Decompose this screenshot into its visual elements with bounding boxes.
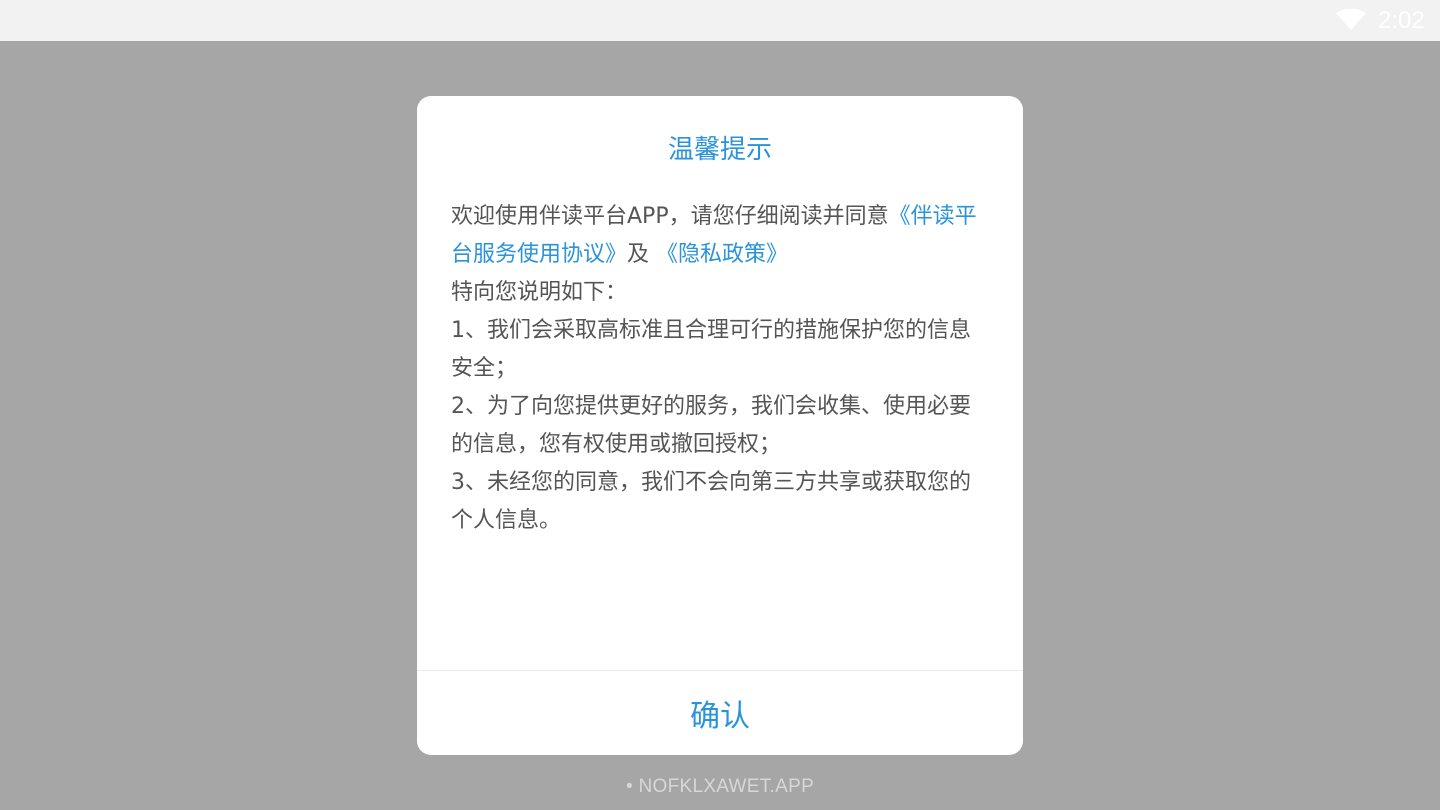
status-time: 2:02 <box>1378 7 1425 34</box>
intro-text: 欢迎使用伴读平台APP，请您仔细阅读并同意 <box>451 204 889 229</box>
dialog-title: 温馨提示 <box>667 135 772 165</box>
dialog-body: 欢迎使用伴读平台APP，请您仔细阅读并同意《伴读平台服务使用协议》及 《隐私政策… <box>451 198 991 540</box>
wifi-icon <box>1336 9 1366 30</box>
list-item: 2、为了向您提供更好的服务，我们会收集、使用必要的信息，您有权使用或撤回授权； <box>451 394 971 457</box>
list-item: 3、未经您的同意，我们不会向第三方共享或获取您的个人信息。 <box>451 470 971 533</box>
privacy-dialog: 温馨提示 欢迎使用伴读平台APP，请您仔细阅读并同意《伴读平台服务使用协议》及 … <box>417 96 1023 755</box>
status-bar: 2:02 <box>0 0 1440 41</box>
and-text: 及 <box>627 242 650 267</box>
privacy-policy-link[interactable]: 《隐私政策》 <box>656 242 788 267</box>
list-item: 1、我们会采取高标准且合理可行的措施保护您的信息安全； <box>451 318 971 381</box>
intro-paragraph: 欢迎使用伴读平台APP，请您仔细阅读并同意《伴读平台服务使用协议》及 《隐私政策… <box>451 198 991 274</box>
explain-intro: 特向您说明如下： <box>451 280 628 305</box>
confirm-button[interactable]: 确认 <box>417 671 1023 755</box>
watermark: • NOFKLXAWET.APP <box>625 776 815 797</box>
